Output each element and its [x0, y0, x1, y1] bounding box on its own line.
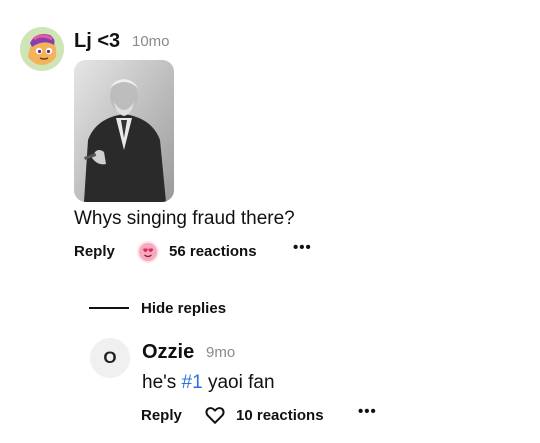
comment-attached-photo[interactable]	[74, 60, 174, 202]
comment-text: Whys singing fraud there?	[74, 208, 295, 229]
reply-button[interactable]: Reply	[74, 243, 115, 260]
comment-timestamp: 10mo	[132, 33, 170, 50]
reactions-count[interactable]: 56 reactions	[169, 243, 257, 260]
reply-reactions-count[interactable]: 10 reactions	[236, 407, 324, 424]
thread-divider-line	[89, 307, 129, 309]
avatar-initial: O	[103, 348, 117, 367]
reply-username[interactable]: Ozzie	[142, 341, 194, 364]
reply-text-after: yaoi fan	[202, 372, 275, 393]
reply-text-before: he's	[142, 372, 182, 393]
reply-timestamp: 9mo	[206, 344, 236, 361]
hashtag-link[interactable]: #1	[182, 372, 203, 393]
reply-avatar[interactable]: O	[90, 338, 130, 378]
reply-reply-button[interactable]: Reply	[141, 407, 182, 424]
heart-eyes-emoji-icon[interactable]	[137, 241, 159, 263]
reply-text: he's #1 yaoi fan	[142, 372, 275, 394]
heart-outline-icon[interactable]	[204, 404, 226, 426]
commenter-username[interactable]: Lj <3	[74, 30, 120, 53]
hide-replies-button[interactable]: Hide replies	[141, 300, 226, 317]
reply-more-options-button[interactable]: •••	[358, 403, 377, 420]
more-options-button[interactable]: •••	[293, 239, 312, 256]
commenter-avatar[interactable]	[20, 27, 64, 71]
